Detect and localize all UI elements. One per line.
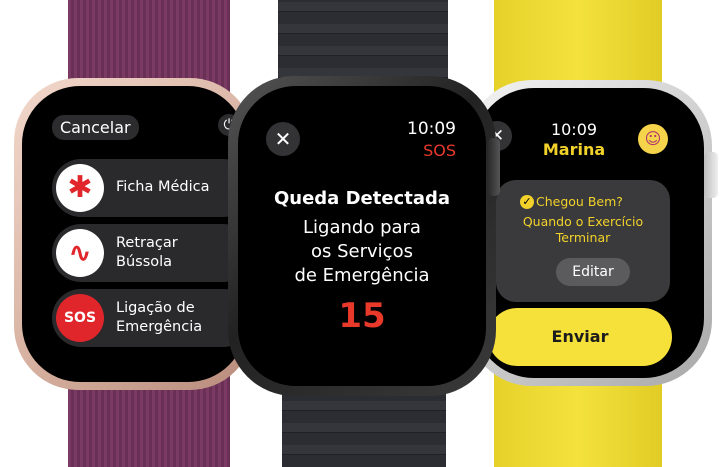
backtrack-label-line1: Retraçar [116,235,178,251]
checkmark-icon: ✓ [520,195,534,209]
check-in-subtitle-line1: Quando o Exercício [522,214,644,229]
left-watch-screen: Cancelar ⏻ ✱ Ficha Médica ∿ Retraçar Bús… [22,86,246,382]
edit-button[interactable]: Editar [556,258,630,286]
backtrack-compass-slider[interactable]: ∿ Retraçar Bússola [52,224,246,282]
check-in-title: Chegou Bem? [536,194,623,209]
right-watch-crown [704,152,718,198]
cancel-button[interactable]: Cancelar [52,115,139,140]
sos-status-label: SOS [423,141,456,160]
memoji-avatar: ☺ [638,124,668,154]
medical-id-label: Ficha Médica [116,179,210,195]
asterisk-icon[interactable]: ✱ [56,164,104,212]
center-watch-crown [488,138,500,196]
emergency-call-label-line1: Ligação de [116,300,195,316]
check-in-subtitle: Quando o Exercício Terminar [496,214,670,246]
calling-message: Ligando para os Serviços de Emergência [238,216,486,288]
calling-message-line1: Ligando para [303,217,421,238]
fall-detected-title: Queda Detectada [273,188,451,209]
backtrack-label-line2: Bússola [116,254,173,270]
emergency-call-slider[interactable]: SOS Ligação de Emergência [52,289,246,347]
calling-message-line3: de Emergência [294,265,430,286]
center-close-icon[interactable]: ✕ [266,122,300,156]
check-in-subtitle-line2: Terminar [555,230,611,245]
emergency-call-label-line2: Emergência [116,319,203,335]
check-in-card: ✓ Chegou Bem? Quando o Exercício Termina… [496,180,670,302]
countdown-number: 15 [338,296,386,336]
center-watch-screen: ✕ 10:09 SOS Queda Detectada Ligando para… [238,86,486,386]
send-button[interactable]: Enviar [488,308,672,366]
medical-id-slider[interactable]: ✱ Ficha Médica [52,159,246,217]
center-time: 10:09 [407,119,456,139]
sos-icon[interactable]: SOS [56,294,104,342]
route-icon[interactable]: ∿ [56,229,104,277]
calling-message-line2: os Serviços [311,241,413,262]
